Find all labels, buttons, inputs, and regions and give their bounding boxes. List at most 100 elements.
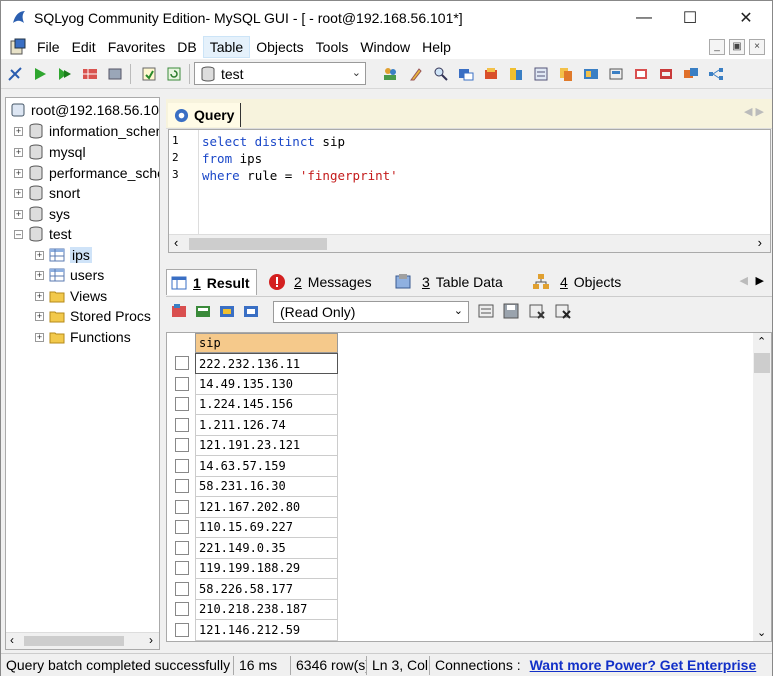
- table-row[interactable]: 221.149.0.35: [167, 537, 339, 559]
- mdi-minimize-icon[interactable]: _: [709, 39, 725, 55]
- object-browser-hscrollbar[interactable]: ‹ ›: [6, 632, 159, 649]
- row-select-checkbox[interactable]: [175, 540, 189, 555]
- job-icon[interactable]: [605, 63, 627, 85]
- tab-query[interactable]: Query: [168, 103, 242, 127]
- cell-sip[interactable]: 221.149.0.35: [195, 537, 338, 559]
- cell-sip[interactable]: 110.15.69.227: [195, 517, 338, 538]
- row-select-checkbox[interactable]: [175, 417, 189, 432]
- query-builder-icon[interactable]: [680, 63, 702, 85]
- scroll-left-icon[interactable]: ‹: [10, 633, 14, 647]
- scroll-thumb[interactable]: [189, 238, 327, 250]
- tab-result[interactable]: 1 Result: [166, 269, 257, 295]
- expand-icon[interactable]: +: [35, 311, 44, 321]
- tree-folder-functions[interactable]: + Functions: [35, 327, 131, 347]
- table-data-icon[interactable]: [79, 63, 101, 85]
- tree-db-performance-schema[interactable]: + performance_schema: [14, 163, 159, 183]
- copy-result-icon[interactable]: [194, 302, 212, 320]
- expand-icon[interactable]: +: [35, 270, 44, 280]
- tree-table-users[interactable]: + users: [35, 265, 104, 285]
- menu-favorites[interactable]: Favorites: [102, 36, 172, 58]
- export-result-icon[interactable]: [170, 302, 188, 320]
- tab-scroll-right-icon[interactable]: ▶: [756, 274, 764, 287]
- cell-sip[interactable]: 119.199.188.29: [195, 558, 338, 579]
- mdi-restore-icon[interactable]: ▣: [729, 39, 745, 55]
- copy-db-icon[interactable]: [555, 63, 577, 85]
- grid-vscrollbar[interactable]: ⌃ ⌄: [753, 333, 771, 641]
- expand-icon[interactable]: +: [14, 168, 23, 178]
- cell-sip[interactable]: 1.224.145.156: [195, 394, 338, 415]
- row-select-checkbox[interactable]: [175, 581, 189, 596]
- tab-scroll-left-icon[interactable]: ◀: [740, 274, 748, 287]
- tab-scroll-arrows-icon[interactable]: ◀ ▶: [744, 105, 764, 118]
- table-row[interactable]: 121.146.212.59: [167, 619, 339, 641]
- cell-sip[interactable]: 121.146.212.59: [195, 619, 338, 641]
- search-icon[interactable]: [430, 63, 452, 85]
- menu-file[interactable]: File: [31, 36, 66, 58]
- cell-sip[interactable]: 58.226.58.177: [195, 578, 338, 600]
- scroll-down-icon[interactable]: ⌄: [757, 626, 766, 639]
- form-view-icon[interactable]: [242, 302, 260, 320]
- delete-row-icon[interactable]: [528, 302, 546, 320]
- tree-folder-stored-procs[interactable]: + Stored Procs: [35, 306, 151, 326]
- tab-objects[interactable]: 4 Objects: [532, 269, 621, 295]
- row-select-checkbox[interactable]: [175, 499, 189, 514]
- expand-icon[interactable]: +: [14, 147, 23, 157]
- menu-db[interactable]: DB: [171, 36, 202, 58]
- expand-icon[interactable]: +: [35, 291, 44, 301]
- row-select-checkbox[interactable]: [175, 622, 189, 637]
- chevron-down-icon[interactable]: ⌄: [454, 304, 463, 317]
- menu-tools[interactable]: Tools: [310, 36, 355, 58]
- table-row[interactable]: 58.226.58.177: [167, 578, 339, 600]
- cell-sip[interactable]: 121.167.202.80: [195, 496, 338, 518]
- export-icon[interactable]: [530, 63, 552, 85]
- cell-sip[interactable]: 210.218.238.187: [195, 599, 338, 620]
- scroll-right-icon[interactable]: ›: [758, 235, 762, 250]
- sql-editor[interactable]: 1 2 3 select distinct sip from ips where…: [168, 129, 771, 253]
- database-selector[interactable]: test ⌄: [194, 62, 366, 85]
- row-select-checkbox[interactable]: [175, 520, 189, 534]
- table-row[interactable]: 222.232.136.11: [167, 353, 339, 374]
- cell-sip[interactable]: 121.191.23.121: [195, 435, 338, 456]
- tree-db-test[interactable]: – test: [14, 224, 72, 244]
- cell-sip[interactable]: 1.211.126.74: [195, 414, 338, 436]
- save-icon[interactable]: [502, 302, 520, 320]
- tree-table-ips[interactable]: + ips: [35, 245, 92, 265]
- table-row[interactable]: 58.231.16.30: [167, 476, 339, 497]
- menu-objects[interactable]: Objects: [250, 36, 309, 58]
- expand-icon[interactable]: +: [35, 332, 44, 342]
- backup-icon[interactable]: [480, 63, 502, 85]
- scroll-thumb[interactable]: [24, 636, 124, 646]
- row-select-checkbox[interactable]: [175, 602, 189, 616]
- row-select-checkbox[interactable]: [175, 376, 189, 391]
- tree-db-snort[interactable]: + snort: [14, 183, 80, 203]
- expand-icon[interactable]: +: [14, 209, 23, 219]
- chevron-down-icon[interactable]: ⌄: [352, 66, 361, 79]
- tab-table-data[interactable]: 3 Table Data: [394, 269, 503, 295]
- diagram-icon[interactable]: [705, 63, 727, 85]
- refresh-icon[interactable]: [163, 63, 185, 85]
- tree-db-mysql[interactable]: + mysql: [14, 142, 86, 162]
- tree-root-connection[interactable]: root@192.168.56.101: [10, 100, 159, 120]
- minimize-button[interactable]: —: [621, 1, 667, 35]
- scroll-thumb[interactable]: [754, 353, 770, 373]
- maximize-button[interactable]: ☐: [667, 1, 713, 35]
- close-button[interactable]: ✕: [723, 1, 769, 35]
- table-row[interactable]: 210.218.238.187: [167, 599, 339, 620]
- expand-icon[interactable]: +: [14, 188, 23, 198]
- menu-table[interactable]: Table: [202, 36, 251, 58]
- table-row[interactable]: 110.15.69.227: [167, 517, 339, 538]
- import-icon[interactable]: [505, 63, 527, 85]
- row-select-checkbox[interactable]: [175, 561, 189, 575]
- tab-messages[interactable]: 2 Messages: [268, 269, 372, 295]
- execute-icon[interactable]: [29, 63, 51, 85]
- table-row[interactable]: 1.224.145.156: [167, 394, 339, 415]
- table-row[interactable]: 14.49.135.130: [167, 373, 339, 395]
- row-select-checkbox[interactable]: [175, 397, 189, 411]
- menu-window[interactable]: Window: [354, 36, 416, 58]
- connect-icon[interactable]: [4, 63, 26, 85]
- mdi-document-icon[interactable]: [9, 38, 27, 56]
- table-row[interactable]: 14.63.57.159: [167, 455, 339, 477]
- cancel-changes-icon[interactable]: [554, 302, 572, 320]
- tree-db-information-schema[interactable]: + information_schema: [14, 121, 159, 141]
- table-row[interactable]: 1.211.126.74: [167, 414, 339, 436]
